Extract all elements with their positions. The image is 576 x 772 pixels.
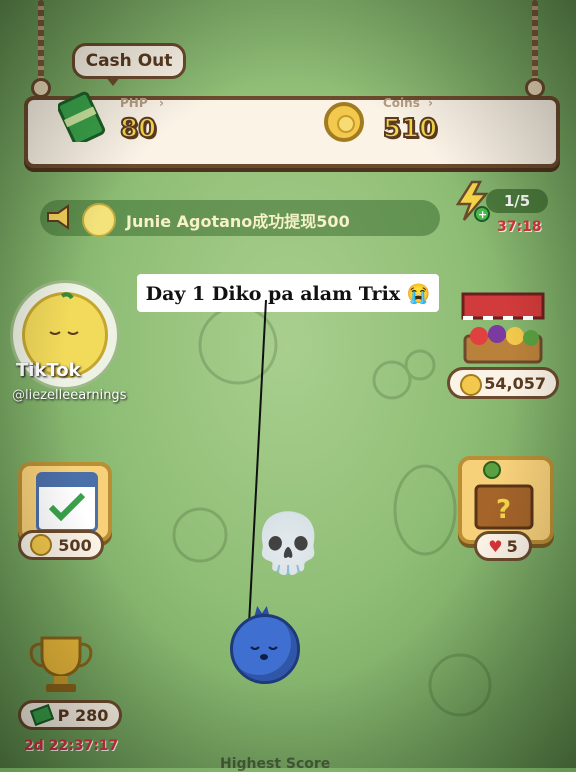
coins-chevron-icon: › <box>428 96 433 110</box>
php-value: 80 <box>119 113 157 145</box>
trophy-button[interactable] <box>18 632 104 696</box>
left-rope-ring <box>31 78 51 98</box>
notice-message: 成功提现500 <box>252 212 350 231</box>
energy-timer: 37:18 <box>497 219 542 235</box>
megaphone-icon <box>44 203 72 231</box>
trophy-timer: 2d 22:37:17 <box>24 738 119 754</box>
energy-count: 1/5 <box>486 189 548 213</box>
php-label: PHP <box>120 96 148 110</box>
coin-small-icon <box>30 534 53 556</box>
cash-out-button[interactable]: Cash Out <box>72 43 186 86</box>
checkin-reward-pill: 500 <box>18 530 104 560</box>
cash-icon <box>58 91 106 142</box>
chest-hearts-pill: ♥ 5 <box>474 531 532 561</box>
tiktok-handle: @liezelleearnings <box>12 388 127 403</box>
tiktok-logo: TikTok <box>16 360 81 381</box>
cash-small-icon <box>29 704 54 726</box>
php-chevron-icon: › <box>159 96 164 110</box>
chest-hearts-value: 5 <box>506 536 518 556</box>
coins-value: 510 <box>382 113 438 145</box>
blueberry-fruit[interactable] <box>230 614 300 684</box>
fruit-stand-icon <box>461 292 545 364</box>
notice-user: Junie Agotano <box>126 212 253 231</box>
cash-out-label: Cash Out <box>85 51 173 71</box>
coin-icon <box>324 102 364 142</box>
notice-avatar <box>82 203 116 237</box>
calendar-check-icon <box>36 472 98 532</box>
trophy-reward-value: P 280 <box>57 705 109 725</box>
fruit-shop-button[interactable] <box>455 290 551 366</box>
coin-small-icon <box>460 374 482 396</box>
svg-text:?: ? <box>496 495 511 525</box>
checkin-reward-value: 500 <box>58 535 92 555</box>
svg-text:+: + <box>478 208 487 221</box>
right-rope <box>532 0 538 84</box>
lightning-icon[interactable]: + <box>452 180 492 222</box>
mystery-chest-icon: ? <box>474 461 534 530</box>
coins-label: Coins <box>383 96 420 110</box>
notice-text: Junie Agotano成功提现500 <box>126 208 350 232</box>
highest-score-label: Highest Score <box>220 756 331 772</box>
right-rope-ring <box>525 78 545 98</box>
trophy-reward-pill: P 280 <box>18 700 122 730</box>
video-caption: Day 1 Diko pa alam Trix 😭 <box>137 274 439 312</box>
shop-coins-pill: 54,057 <box>447 367 559 399</box>
skull-emoji: 💀 <box>252 509 325 577</box>
trophy-icon <box>29 636 93 692</box>
heart-icon: ♥ <box>488 536 503 556</box>
left-rope <box>38 0 44 84</box>
shop-coins-value: 54,057 <box>484 373 546 393</box>
